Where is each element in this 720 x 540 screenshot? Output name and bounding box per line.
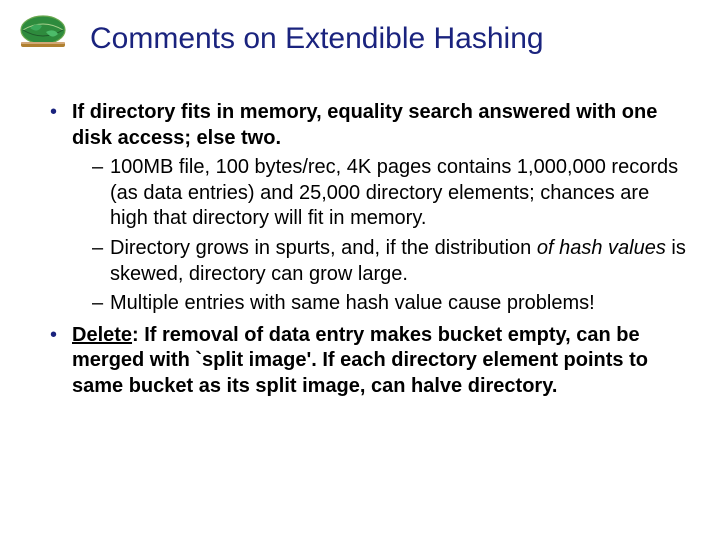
subbullet-growth-a: Directory grows in spurts, and, if the d… xyxy=(110,237,537,259)
subbullet-growth-italic: of hash values xyxy=(537,237,666,259)
subbullet-problems: Multiple entries with same hash value ca… xyxy=(92,291,690,317)
bullet-directory-lead: If directory fits in memory, equality se… xyxy=(72,101,657,149)
delete-label: Delete xyxy=(72,324,132,346)
subbullet-growth: Directory grows in spurts, and, if the d… xyxy=(92,236,690,287)
bullet-directory: If directory fits in memory, equality se… xyxy=(50,100,690,317)
delete-text: : If removal of data entry makes bucket … xyxy=(72,324,648,397)
subbullet-example: 100MB file, 100 bytes/rec, 4K pages cont… xyxy=(92,155,690,232)
globe-logo-icon xyxy=(18,12,68,48)
slide: Comments on Extendible Hashing If direct… xyxy=(0,0,720,540)
bullet-delete: Delete: If removal of data entry makes b… xyxy=(50,323,690,400)
slide-title: Comments on Extendible Hashing xyxy=(90,22,690,55)
slide-body: If directory fits in memory, equality se… xyxy=(50,100,690,406)
